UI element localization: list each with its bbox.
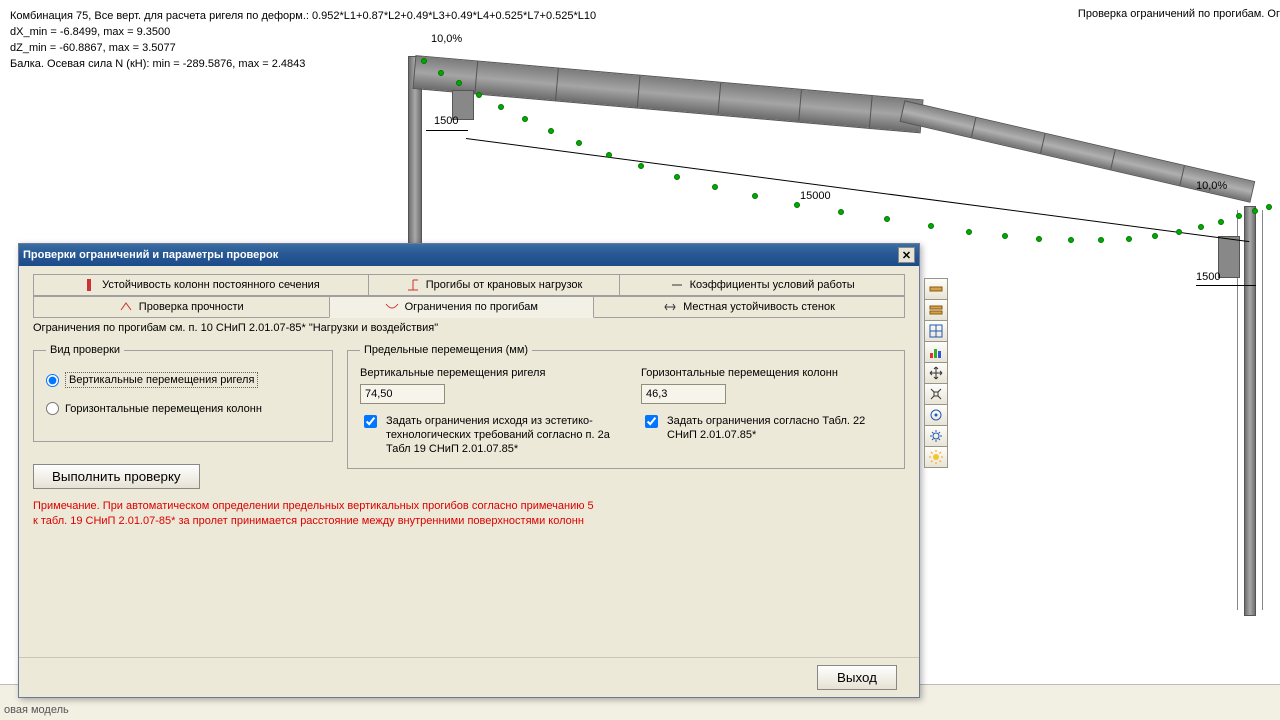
pct-right: 10,0% [1196, 180, 1227, 192]
tool-expand-icon[interactable] [924, 383, 948, 405]
checkbox-label: Задать ограничения исходя из эстетико-те… [386, 414, 611, 456]
group-check-mode-legend: Вид проверки [46, 344, 124, 356]
deflection-icon [385, 300, 399, 314]
crane-icon [406, 278, 420, 292]
column-icon [82, 278, 96, 292]
checkbox-v-input[interactable] [364, 415, 377, 428]
radio-horizontal-input[interactable] [46, 402, 59, 415]
header-line-3: dZ_min = -60.8867, max = 3.5077 [10, 40, 596, 56]
tab-label: Устойчивость колонн постоянного сечения [102, 279, 320, 291]
bracket-right [1218, 236, 1240, 278]
tool-chart-icon[interactable] [924, 341, 948, 363]
tool-beam-icon[interactable] [924, 278, 948, 300]
dim-1500-left: 1500 [434, 115, 458, 127]
note-red-line1: Примечание. При автоматическом определен… [33, 499, 905, 514]
dialog-titlebar[interactable]: Проверки ограничений и параметры проверо… [19, 244, 919, 266]
column-right-flange [1237, 210, 1263, 610]
tool-beam2-icon[interactable] [924, 299, 948, 321]
tool-target-icon[interactable] [924, 404, 948, 426]
dim-vert-right [1196, 285, 1256, 286]
checkbox-label: Задать ограничения согласно Табл. 22 СНи… [667, 414, 892, 442]
limit-v-field[interactable] [360, 384, 445, 404]
group-limits-legend: Предельные перемещения (мм) [360, 344, 532, 356]
tool-move-icon[interactable] [924, 362, 948, 384]
tab-label: Прогибы от крановых нагрузок [426, 279, 583, 291]
reference-note: Ограничения по прогибам см. п. 10 СНиП 2… [33, 322, 905, 334]
tab-deflection-limits[interactable]: Ограничения по прогибам [329, 296, 595, 318]
tab-column-stability[interactable]: Устойчивость колонн постоянного сечения [33, 274, 369, 296]
tab-label: Местная устойчивость стенок [683, 301, 835, 313]
radio-horizontal[interactable]: Горизонтальные перемещения колонн [46, 402, 320, 415]
status-text: овая модель [4, 704, 69, 716]
limit-h-field[interactable] [641, 384, 726, 404]
viewport-toolbar [924, 278, 948, 467]
tab-strength-check[interactable]: Проверка прочности [33, 296, 330, 318]
tab-work-coefficients[interactable]: Коэффициенты условий работы [619, 274, 905, 296]
header-line-4: Балка. Осевая сила N (кН): min = -289.58… [10, 56, 596, 72]
group-limits: Предельные перемещения (мм) Вертикальные… [347, 344, 905, 469]
tab-local-stability[interactable]: Местная устойчивость стенок [593, 296, 905, 318]
tool-sun-icon[interactable] [924, 446, 948, 468]
tool-gear-icon[interactable] [924, 425, 948, 447]
tab-label: Коэффициенты условий работы [690, 279, 855, 291]
radio-vertical-input[interactable] [46, 374, 59, 387]
checkbox-v-auto[interactable]: Задать ограничения исходя из эстетико-те… [360, 414, 611, 456]
dialog-footer: Выход [19, 657, 919, 697]
limit-v-label: Вертикальные перемещения ригеля [360, 366, 611, 380]
limit-h-label: Горизонтальные перемещения колонн [641, 366, 892, 380]
radio-vertical[interactable]: Вертикальные перемещения ригеля [46, 372, 320, 388]
dialog-tabs: Устойчивость колонн постоянного сечения … [19, 266, 919, 318]
header-info: Комбинация 75, Все верт. для расчета риг… [10, 8, 596, 72]
checkbox-h-input[interactable] [645, 415, 658, 428]
header-line-1: Комбинация 75, Все верт. для расчета риг… [10, 8, 596, 24]
dim-1500-right: 1500 [1196, 271, 1220, 283]
dialog-title: Проверки ограничений и параметры проверо… [23, 249, 278, 261]
radio-label: Вертикальные перемещения ригеля [65, 372, 258, 388]
strength-icon [119, 300, 133, 314]
tab-crane-deflections[interactable]: Прогибы от крановых нагрузок [368, 274, 620, 296]
group-check-mode: Вид проверки Вертикальные перемещения ри… [33, 344, 333, 442]
header-right: Проверка ограничений по прогибам. Ог [1078, 8, 1280, 20]
header-line-2: dX_min = -6.8499, max = 9.3500 [10, 24, 596, 40]
dim-vert-left [426, 130, 468, 131]
tab-label: Ограничения по прогибам [405, 301, 538, 313]
close-icon[interactable]: ✕ [898, 247, 915, 263]
run-check-button[interactable]: Выполнить проверку [33, 464, 200, 489]
tool-grid-icon[interactable] [924, 320, 948, 342]
plate-icon [663, 300, 677, 314]
tab-label: Проверка прочности [139, 301, 244, 313]
exit-button[interactable]: Выход [817, 665, 897, 690]
dialog-checks: Проверки ограничений и параметры проверо… [18, 243, 920, 698]
coef-icon [670, 278, 684, 292]
radio-label: Горизонтальные перемещения колонн [65, 403, 262, 415]
dim-span: 15000 [800, 190, 831, 202]
note-red-line2: к табл. 19 СНиП 2.01.07-85* за пролет пр… [33, 514, 905, 529]
checkbox-h-auto[interactable]: Задать ограничения согласно Табл. 22 СНи… [641, 414, 892, 442]
note-red: Примечание. При автоматическом определен… [33, 499, 905, 529]
